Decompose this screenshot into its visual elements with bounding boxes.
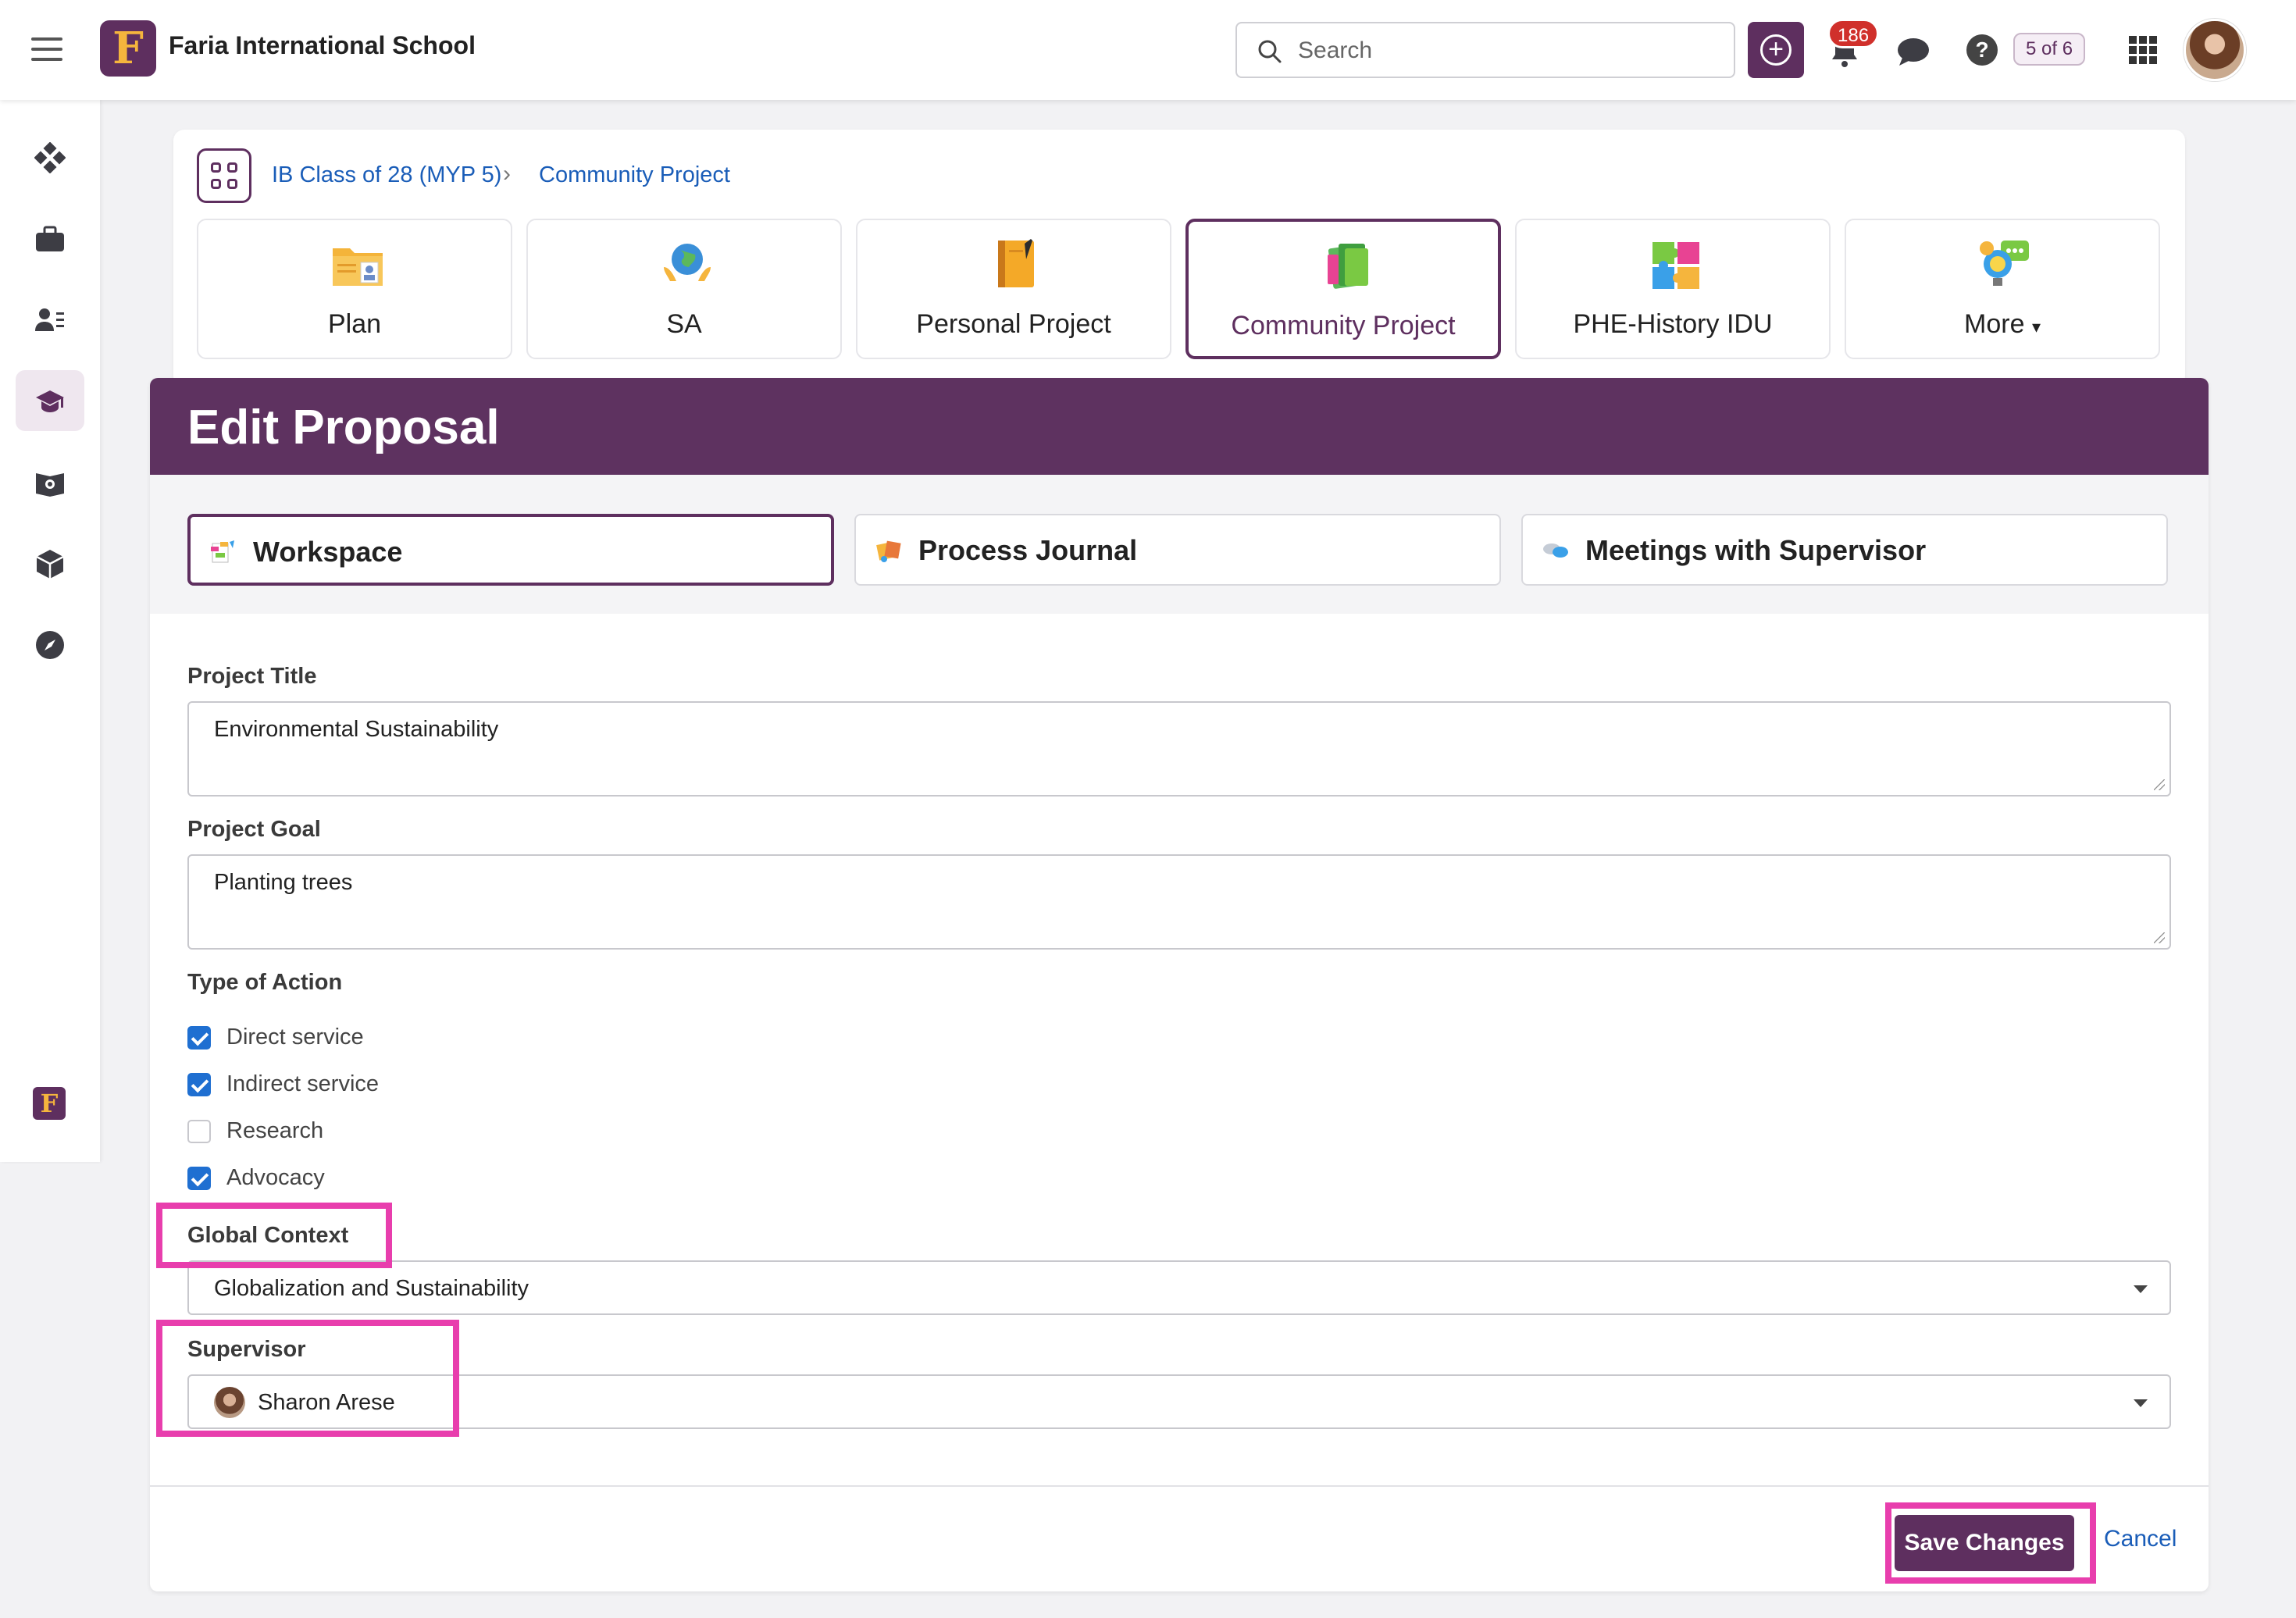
caret-down-icon: ▾ <box>2031 317 2041 337</box>
chat-bubbles-icon <box>1543 543 1568 558</box>
tile-label: Community Project <box>1231 311 1456 340</box>
resize-handle[interactable] <box>2154 779 2165 790</box>
breadcrumb-current[interactable]: Community Project <box>539 162 730 188</box>
caret-down-icon[interactable] <box>2134 1285 2148 1293</box>
tile-label: PHE-History IDU <box>1573 309 1773 339</box>
map-book-icon <box>36 473 64 497</box>
caret-down-icon[interactable] <box>2134 1399 2148 1407</box>
workspace-icon <box>211 540 234 563</box>
tile-community-project[interactable]: Community Project <box>1185 219 1501 359</box>
graduation-cap-icon <box>36 390 64 412</box>
tile-phe-history-idu[interactable]: PHE-History IDU <box>1515 219 1831 359</box>
tile-label: SA <box>666 309 702 339</box>
tile-label: Personal Project <box>916 309 1111 339</box>
cube-icon <box>36 550 64 579</box>
tab-workspace[interactable]: Workspace <box>187 514 834 586</box>
tab-process-journal[interactable]: Process Journal <box>854 514 1501 586</box>
breadcrumb-separator: › <box>503 161 511 187</box>
dashboard-icon <box>34 142 66 173</box>
edit-proposal-panel: Edit Proposal Workspace Process Journal … <box>150 378 2209 1591</box>
sidebar-item-resources[interactable] <box>16 533 84 593</box>
highlight-supervisor <box>156 1320 459 1437</box>
plus-circle-icon: + <box>1760 34 1792 66</box>
supervisor-select[interactable]: Sharon Arese <box>187 1374 2171 1429</box>
save-changes-button[interactable]: Save Changes <box>1895 1515 2074 1571</box>
sidebar-item-dashboard[interactable] <box>16 127 84 187</box>
search-input[interactable] <box>1298 34 1720 67</box>
class-grid-icon[interactable] <box>197 148 251 203</box>
compass-icon <box>36 631 64 659</box>
notification-badge[interactable]: 186 <box>1827 19 1880 48</box>
checkbox-label[interactable]: Advocacy <box>226 1165 325 1191</box>
chat-icon[interactable] <box>1896 36 1931 67</box>
project-title-label: Project Title <box>187 664 317 689</box>
puzzle-icon <box>1652 242 1699 289</box>
search-icon <box>1258 40 1282 63</box>
tab-meetings-with-supervisor[interactable]: Meetings with Supervisor <box>1521 514 2168 586</box>
top-bar: F Faria International School + 186 ? 5 o… <box>0 0 2296 100</box>
project-goal-value[interactable]: Planting trees <box>214 870 352 896</box>
checkbox[interactable] <box>187 1026 211 1050</box>
briefcase-icon <box>36 226 64 251</box>
checkbox[interactable] <box>187 1167 211 1190</box>
search-box[interactable] <box>1235 22 1735 78</box>
tile-plan[interactable]: Plan <box>197 219 512 359</box>
cancel-link[interactable]: Cancel <box>2104 1526 2177 1552</box>
project-goal-field[interactable]: Planting trees <box>187 854 2171 950</box>
sidebar-item-students[interactable] <box>16 289 84 350</box>
panel-header: Edit Proposal <box>150 378 2209 475</box>
sidebar-item-academics[interactable] <box>16 370 84 431</box>
global-context-value[interactable]: Globalization and Sustainability <box>214 1276 529 1302</box>
user-avatar[interactable] <box>2184 19 2246 81</box>
highlight-global-context <box>156 1203 392 1268</box>
checkbox-label[interactable]: Research <box>226 1118 323 1144</box>
tile-sa[interactable]: SA <box>526 219 842 359</box>
checkbox[interactable] <box>187 1120 211 1143</box>
school-name[interactable]: Faria International School <box>169 31 476 60</box>
journal-icon <box>876 540 901 562</box>
tab-label: Workspace <box>253 536 403 568</box>
sidebar-item-explore[interactable] <box>16 614 84 675</box>
tile-personal-project[interactable]: Personal Project <box>856 219 1171 359</box>
sidebar-item-mapbook[interactable] <box>16 451 84 512</box>
project-title-value[interactable]: Environmental Sustainability <box>214 717 498 743</box>
tab-label: Meetings with Supervisor <box>1585 534 1927 566</box>
checkbox-label[interactable]: Indirect service <box>226 1071 379 1097</box>
more-label: More <box>1964 309 2025 339</box>
add-button[interactable]: + <box>1748 22 1804 78</box>
apps-grid-icon[interactable] <box>2129 36 2157 64</box>
app-logo[interactable]: F <box>100 20 156 77</box>
books-stack-icon <box>1328 244 1368 289</box>
help-icon[interactable]: ? <box>1966 34 1998 66</box>
plan-folder-icon <box>333 248 383 286</box>
globe-hands-icon <box>664 244 711 281</box>
type-of-action-label: Type of Action <box>187 970 343 995</box>
progress-counter[interactable]: 5 of 6 <box>2013 33 2086 66</box>
footer-logo[interactable]: F <box>33 1087 66 1120</box>
people-list-icon <box>35 308 64 331</box>
breadcrumb-class[interactable]: IB Class of 28 (MYP 5) <box>272 162 501 188</box>
tile-label: More ▾ <box>1846 309 2159 340</box>
footer-divider <box>150 1485 2209 1487</box>
tile-label: Plan <box>327 309 382 339</box>
checkbox-label[interactable]: Direct service <box>226 1025 364 1050</box>
sidebar-item-portfolio[interactable] <box>16 208 84 269</box>
lightbulb-chat-icon <box>1980 241 2029 286</box>
project-goal-label: Project Goal <box>187 817 321 842</box>
notebook-icon <box>998 239 1034 287</box>
page-title: Edit Proposal <box>187 401 500 454</box>
global-context-select[interactable]: Globalization and Sustainability <box>187 1260 2171 1315</box>
sidebar: F <box>0 100 100 1162</box>
checkbox[interactable] <box>187 1073 211 1096</box>
resize-handle[interactable] <box>2154 932 2165 943</box>
project-title-field[interactable]: Environmental Sustainability <box>187 701 2171 797</box>
hamburger-icon[interactable] <box>31 37 62 61</box>
tile-more[interactable]: More ▾ <box>1845 219 2160 359</box>
tab-label: Process Journal <box>918 534 1138 566</box>
